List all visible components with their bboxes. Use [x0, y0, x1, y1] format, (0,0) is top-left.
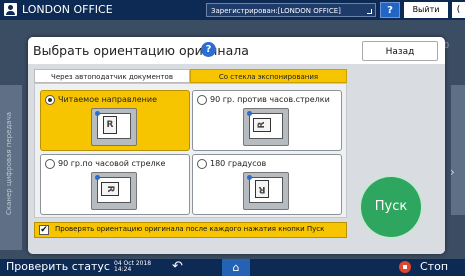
- option-90-counterclockwise[interactable]: 90 гр. против часов.стрелки R: [192, 90, 342, 151]
- date-time: 04 Oct 2018 14:24: [114, 261, 151, 273]
- option-label: 180 градусов: [210, 159, 267, 168]
- stop-button[interactable]: Стоп: [420, 260, 448, 273]
- back-button[interactable]: Назад: [362, 41, 438, 61]
- bottom-bar: Проверить статус 04 Oct 2018 14:24 ↶ ⌂ С…: [0, 259, 465, 276]
- scanner-glass-icon: R: [243, 108, 289, 146]
- login-status-text: Зарегистрирован:[LONDON OFFICE]: [211, 7, 341, 15]
- help-button[interactable]: ?: [380, 2, 400, 18]
- energy-saver-button[interactable]: (: [452, 2, 465, 18]
- orientation-dialog: Выбрать ориентацию оригинала ? Назад Чер…: [28, 37, 445, 254]
- user-icon[interactable]: [4, 3, 17, 16]
- option-readable-direction[interactable]: Читаемое направление R: [40, 90, 190, 151]
- start-button[interactable]: Пуск: [361, 177, 421, 237]
- location-title: LONDON OFFICE: [22, 3, 113, 16]
- home-icon[interactable]: ⌂: [222, 259, 250, 276]
- logout-button[interactable]: Выйти: [404, 2, 448, 18]
- scanner-glass-icon: R: [243, 172, 289, 210]
- background-side-text: Сканер цифровая передача: [5, 111, 13, 215]
- scanner-glass-icon: R: [91, 172, 137, 210]
- login-status-field[interactable]: Зарегистрирован:[LONDON OFFICE]: [206, 3, 376, 17]
- help-icon[interactable]: ?: [201, 42, 216, 57]
- stop-icon[interactable]: [399, 261, 411, 273]
- dialog-body: Через автоподатчик документов Со стекла …: [28, 64, 445, 254]
- option-label: 90 гр.по часовой стрелке: [58, 159, 166, 168]
- back-arrow-icon[interactable]: ↶: [172, 259, 183, 274]
- check-status-button[interactable]: Проверить статус: [6, 260, 110, 273]
- option-180-degrees[interactable]: 180 градусов R: [192, 154, 342, 215]
- check-orientation-label: Проверять ориентацию оригинала после каж…: [55, 225, 325, 233]
- tab-exposure-glass[interactable]: Со стекла экспонирования: [190, 69, 347, 83]
- top-bar: LONDON OFFICE Зарегистрирован:[LONDON OF…: [0, 0, 465, 20]
- tab-adf[interactable]: Через автоподатчик документов: [34, 69, 190, 83]
- chevron-right-icon[interactable]: ›: [450, 165, 455, 179]
- dialog-title: Выбрать ориентацию оригинала: [33, 43, 249, 58]
- checkbox[interactable]: ✔: [39, 225, 49, 235]
- option-label: Читаемое направление: [58, 95, 158, 104]
- check-orientation-row[interactable]: ✔ Проверять ориентацию оригинала после к…: [34, 222, 347, 238]
- background-right-panel: [451, 85, 465, 215]
- time-text: 14:24: [114, 266, 132, 273]
- orientation-options-panel: Читаемое направление R 90 гр. против час…: [34, 83, 347, 218]
- dialog-header: Выбрать ориентацию оригинала ? Назад: [28, 37, 445, 64]
- option-90-clockwise[interactable]: 90 гр.по часовой стрелке R: [40, 154, 190, 215]
- option-label: 90 гр. против часов.стрелки: [210, 95, 330, 104]
- radio-button[interactable]: [45, 95, 55, 105]
- radio-button[interactable]: [197, 159, 207, 169]
- radio-button[interactable]: [45, 159, 55, 169]
- scanner-glass-icon: R: [91, 108, 137, 146]
- corner-icon: [367, 9, 372, 14]
- radio-button[interactable]: [197, 95, 207, 105]
